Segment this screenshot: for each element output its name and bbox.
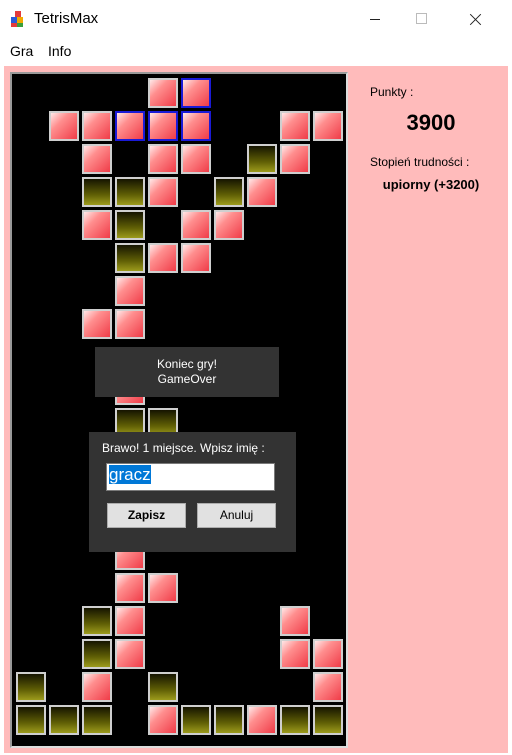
block-red: [313, 672, 343, 702]
player-name-value: gracz: [109, 465, 151, 484]
block-red: [313, 111, 343, 141]
block-red: [148, 705, 178, 735]
block-olive: [214, 705, 244, 735]
block-olive: [82, 705, 112, 735]
block-olive: [115, 177, 145, 207]
menu-info[interactable]: Info: [48, 43, 71, 59]
block-red: [115, 639, 145, 669]
menu-gra[interactable]: Gra: [10, 43, 33, 59]
block-red: [280, 606, 310, 636]
block-red: [82, 672, 112, 702]
player-name-input[interactable]: gracz: [106, 463, 275, 491]
difficulty-value: upiorny (+3200): [382, 177, 480, 192]
falling-block: [181, 111, 211, 141]
block-red: [280, 111, 310, 141]
block-olive: [82, 639, 112, 669]
block-red: [280, 639, 310, 669]
game-over-banner: Koniec gry! GameOver: [95, 347, 279, 397]
block-olive: [280, 705, 310, 735]
falling-block: [148, 111, 178, 141]
window-title: TetrisMax: [34, 10, 99, 27]
block-red: [49, 111, 79, 141]
block-olive: [181, 705, 211, 735]
block-olive: [247, 144, 277, 174]
block-red: [115, 276, 145, 306]
block-olive: [16, 672, 46, 702]
block-red: [313, 639, 343, 669]
save-button[interactable]: Zapisz: [107, 503, 186, 528]
block-red: [148, 177, 178, 207]
block-red: [148, 243, 178, 273]
block-red: [115, 309, 145, 339]
block-olive: [16, 705, 46, 735]
block-red: [82, 210, 112, 240]
block-olive: [49, 705, 79, 735]
game-over-text: Koniec gry!: [156, 357, 218, 371]
minimize-button[interactable]: [352, 0, 398, 38]
falling-block: [181, 78, 211, 108]
block-red: [82, 111, 112, 141]
block-red: [148, 573, 178, 603]
block-red: [82, 144, 112, 174]
block-red: [280, 144, 310, 174]
block-red: [214, 210, 244, 240]
score-panel: Punkty : 3900 Stopień trudności : upiorn…: [354, 66, 508, 266]
cancel-button[interactable]: Anuluj: [197, 503, 276, 528]
highscore-dialog: Brawo! 1 miejsce. Wpisz imię : gracz Zap…: [89, 432, 296, 552]
game-over-text-en: GameOver: [157, 372, 217, 386]
block-red: [247, 705, 277, 735]
highscore-prompt: Brawo! 1 miejsce. Wpisz imię :: [102, 441, 265, 455]
block-red: [115, 606, 145, 636]
block-red: [148, 78, 178, 108]
close-button[interactable]: [452, 0, 498, 38]
block-red: [247, 177, 277, 207]
block-olive: [115, 243, 145, 273]
maximize-button[interactable]: [398, 0, 444, 38]
game-board[interactable]: Koniec gry! GameOver Brawo! 1 miejsce. W…: [10, 72, 348, 748]
block-red: [82, 309, 112, 339]
block-olive: [82, 177, 112, 207]
block-red: [181, 210, 211, 240]
falling-block: [115, 111, 145, 141]
points-label: Punkty :: [370, 85, 414, 99]
block-red: [181, 243, 211, 273]
block-red: [148, 144, 178, 174]
block-olive: [148, 672, 178, 702]
block-red: [181, 144, 211, 174]
block-olive: [313, 705, 343, 735]
game-panel: Koniec gry! GameOver Brawo! 1 miejsce. W…: [4, 66, 508, 753]
block-olive: [214, 177, 244, 207]
block-olive: [115, 210, 145, 240]
block-olive: [82, 606, 112, 636]
tetris-blocks-icon: [11, 11, 23, 27]
menu-bar: Gra Info: [0, 38, 512, 64]
block-red: [115, 573, 145, 603]
points-value: 3900: [406, 110, 456, 135]
difficulty-label: Stopień trudności :: [370, 155, 470, 169]
title-bar: TetrisMax: [0, 0, 512, 38]
